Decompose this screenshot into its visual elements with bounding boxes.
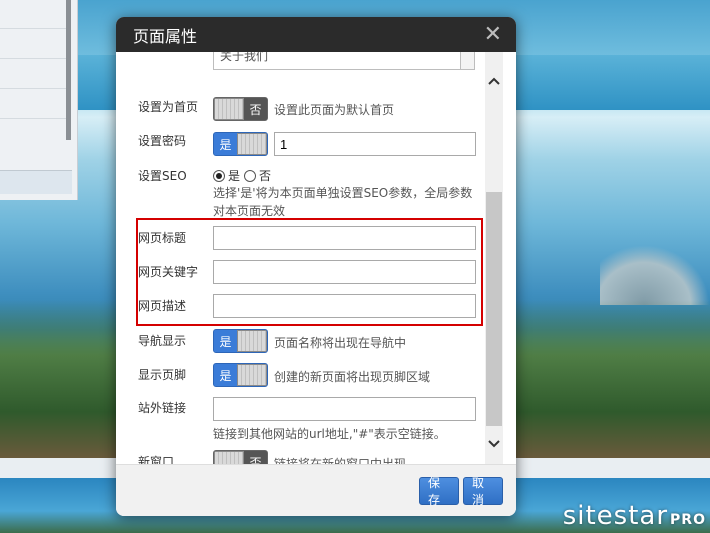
toggle-knob <box>237 133 267 155</box>
page-properties-dialog: 页面属性 ✕ 关于我们 设置为首页 否 设置此页面为默认首页 设置密码 是 设置… <box>116 17 516 516</box>
external-link-input[interactable] <box>213 397 476 421</box>
scroll-thumb[interactable] <box>486 192 502 426</box>
dialog-header: 页面属性 ✕ <box>116 17 516 52</box>
nav-display-help: 页面名称将出现在导航中 <box>274 336 407 350</box>
homepage-toggle[interactable]: 否 <box>213 97 268 121</box>
footer-display-toggle[interactable]: 是 <box>213 363 268 387</box>
toggle-knob <box>214 451 244 464</box>
seo-radio-no[interactable] <box>244 169 257 182</box>
footer-display-help: 创建的新页面将出现页脚区域 <box>274 370 431 384</box>
toggle-knob <box>237 364 267 386</box>
footer-display-label: 显示页脚 <box>138 368 187 382</box>
dialog-body: 关于我们 设置为首页 否 设置此页面为默认首页 设置密码 是 设置SEO 是 否… <box>130 52 503 464</box>
keywords-input[interactable] <box>213 260 476 284</box>
dialog-scrollbar[interactable] <box>485 52 503 464</box>
seo-label: 设置SEO <box>138 169 187 183</box>
seo-help: 选择'是'将为本页面单独设置SEO参数，全局参数对本页面无效 <box>213 186 473 218</box>
nav-display-label: 导航显示 <box>138 334 187 348</box>
brand-logo: sitestar PRO <box>562 501 706 531</box>
page-title-label: 网页标题 <box>138 231 187 245</box>
chevron-down-icon[interactable] <box>485 435 503 453</box>
password-input[interactable] <box>274 132 476 156</box>
seo-radio-yes[interactable] <box>213 169 225 182</box>
password-toggle[interactable]: 是 <box>213 132 268 156</box>
save-button[interactable]: 保存 <box>419 476 459 507</box>
homepage-help: 设置此页面为默认首页 <box>274 103 395 117</box>
keywords-label: 网页关键字 <box>138 265 199 279</box>
description-input[interactable] <box>213 294 476 318</box>
page-title-input[interactable] <box>213 226 476 250</box>
nav-display-toggle[interactable]: 是 <box>213 329 268 353</box>
cancel-button[interactable]: 取消 <box>463 476 503 507</box>
new-window-label: 新窗口 <box>138 455 175 464</box>
new-window-help: 链接将在新的窗口中出现 <box>274 457 407 464</box>
toggle-knob <box>237 330 267 352</box>
select-arrow[interactable] <box>460 52 474 69</box>
toggle-knob <box>214 98 244 120</box>
background-island <box>600 245 710 305</box>
close-icon[interactable]: ✕ <box>484 23 502 46</box>
external-link-help: 链接到其他网站的url地址,"#"表示空链接。 <box>213 427 446 441</box>
homepage-label: 设置为首页 <box>138 100 199 114</box>
dialog-footer: 保存 取消 <box>116 464 516 516</box>
background-left-panel <box>0 0 78 200</box>
background-scrollbar <box>66 0 71 140</box>
seo-radio-group: 是 否 <box>213 167 271 184</box>
password-label: 设置密码 <box>138 134 187 148</box>
parent-page-select[interactable]: 关于我们 <box>213 52 475 70</box>
dialog-title: 页面属性 <box>133 26 198 46</box>
new-window-toggle[interactable]: 否 <box>213 450 268 464</box>
chevron-up-icon[interactable] <box>485 72 503 90</box>
description-label: 网页描述 <box>138 299 187 313</box>
external-link-label: 站外链接 <box>138 401 187 415</box>
